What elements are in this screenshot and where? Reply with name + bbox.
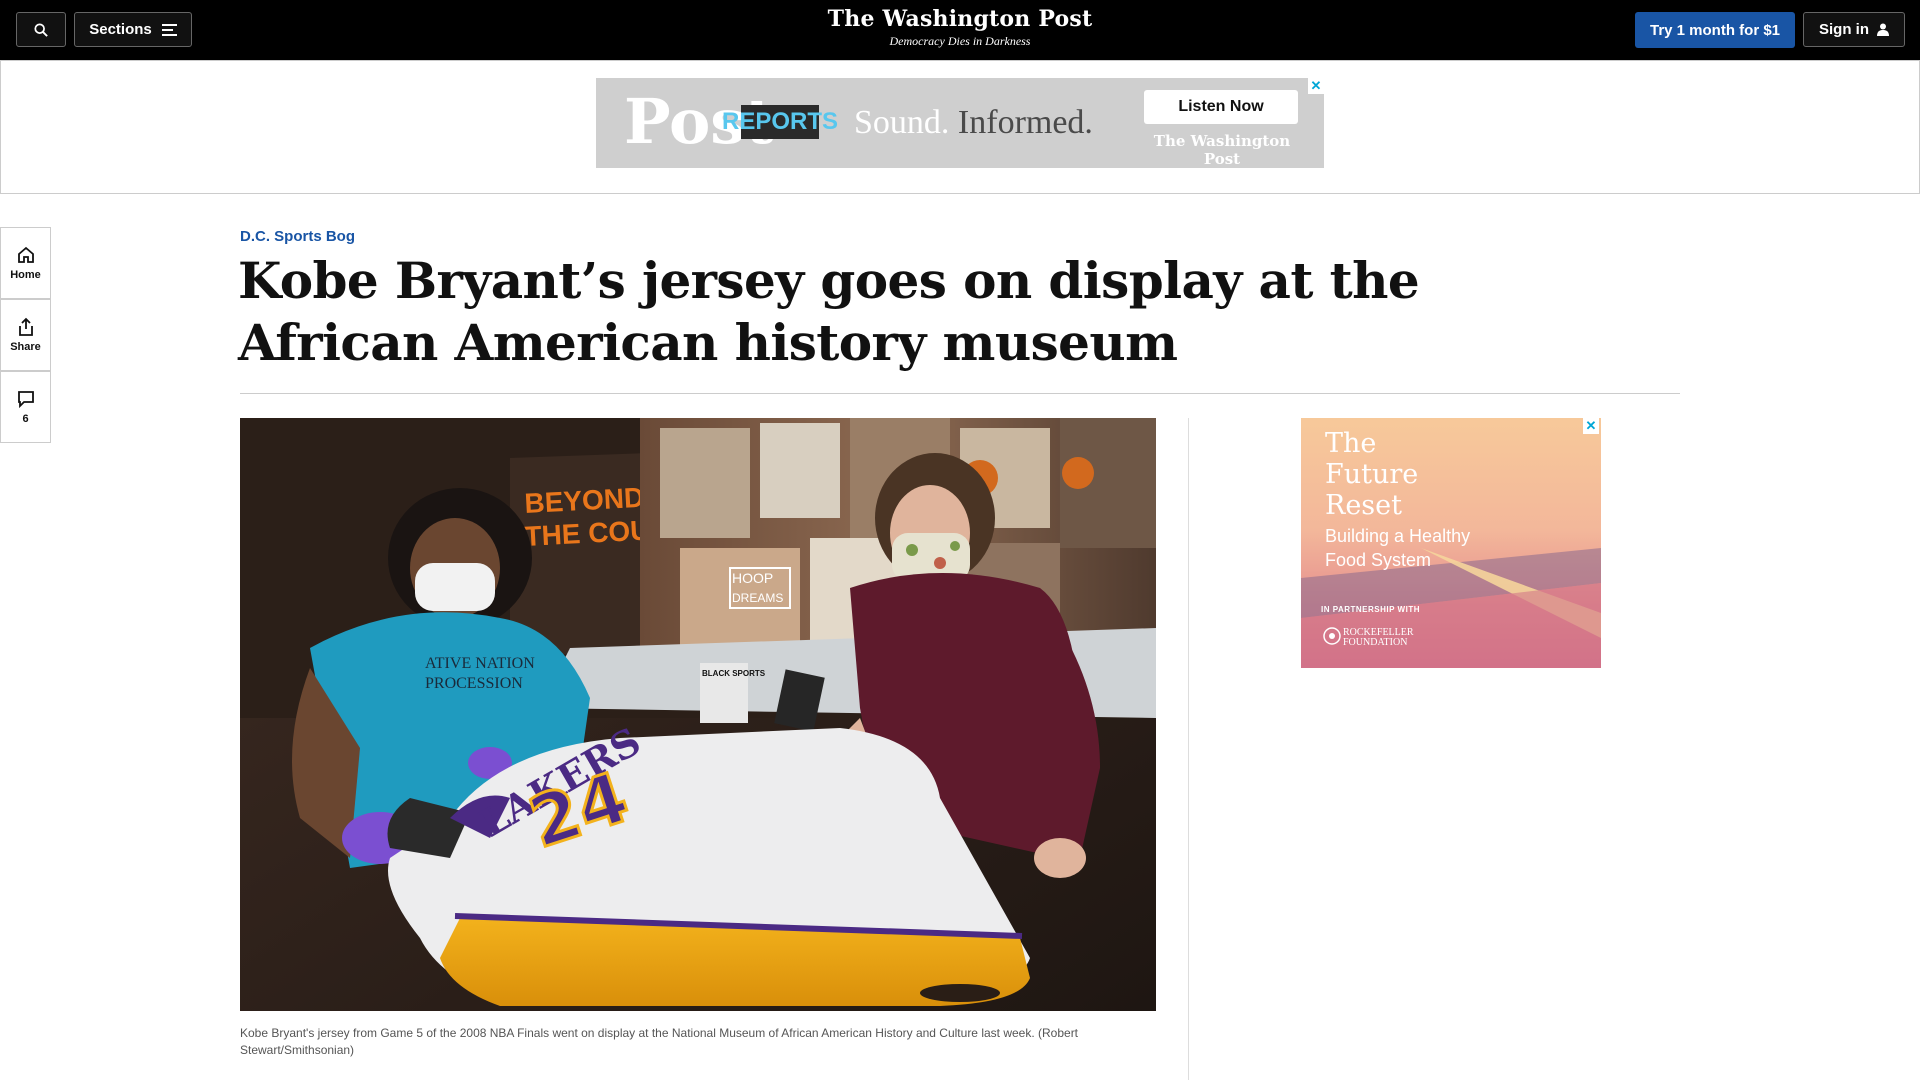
headline-divider bbox=[240, 393, 1680, 394]
ad-reports-badge: REPORTS bbox=[722, 105, 838, 139]
side-ad-subtitle-2: Food System bbox=[1325, 550, 1432, 570]
lead-photo[interactable]: BEYOND THE COURT HOOP DREAMS BLACK SPORT… bbox=[240, 418, 1156, 1011]
tagline: Democracy Dies in Darkness bbox=[889, 34, 1031, 48]
side-ad-subtitle-1: Building a Healthy bbox=[1325, 526, 1471, 546]
comment-icon bbox=[17, 391, 34, 409]
hamburger-icon bbox=[161, 23, 177, 36]
subscribe-button[interactable]: Try 1 month for $1 bbox=[1635, 12, 1795, 48]
side-ad-title-2: Future bbox=[1325, 459, 1419, 490]
sections-menu-button[interactable]: Sections bbox=[74, 12, 192, 47]
sign-hoop: HOOP bbox=[732, 570, 773, 586]
rail-home-button[interactable]: Home bbox=[0, 227, 51, 299]
sign-dreams: DREAMS bbox=[732, 591, 783, 605]
ad-close-icon[interactable]: ✕ bbox=[1308, 78, 1324, 94]
rockefeller-logo-icon bbox=[1323, 627, 1341, 645]
side-ad-foundation-name: ROCKEFELLER FOUNDATION bbox=[1343, 627, 1414, 648]
masthead[interactable]: The Washington Post Democracy Dies in Da… bbox=[760, 6, 1160, 49]
top-navigation-bar: Sections The Washington Post Democracy D… bbox=[0, 0, 1920, 60]
lead-photo-illustration: BEYOND THE COURT HOOP DREAMS BLACK SPORT… bbox=[240, 418, 1156, 1011]
section-kicker[interactable]: D.C. Sports Bog bbox=[240, 228, 355, 245]
side-ad-title-1: The bbox=[1325, 428, 1377, 459]
listen-now-button[interactable]: Listen Now bbox=[1144, 90, 1298, 124]
sign-in-label: Sign in bbox=[1819, 21, 1869, 38]
site-logo[interactable]: The Washington Post bbox=[760, 6, 1160, 32]
rail-home-label: Home bbox=[10, 269, 41, 281]
search-button[interactable] bbox=[16, 12, 66, 47]
home-icon bbox=[17, 246, 34, 263]
shirt-text-2: PROCESSION bbox=[425, 675, 523, 692]
magazine-title: BLACK SPORTS bbox=[702, 669, 766, 678]
future-reset-ad[interactable]: The Future Reset Building a Healthy Food… bbox=[1301, 418, 1601, 668]
side-ad-partner-label: IN PARTNERSHIP WITH bbox=[1321, 605, 1420, 614]
post-reports-ad[interactable]: Post REPORTS Sound. Informed. Listen Now… bbox=[596, 78, 1324, 168]
search-icon bbox=[34, 22, 48, 37]
ad-slogan-a: Sound. bbox=[854, 104, 950, 141]
photo-caption: Kobe Bryant's jersey from Game 5 of the … bbox=[240, 1026, 1079, 1057]
column-divider bbox=[1188, 418, 1189, 1080]
rail-share-button[interactable]: Share bbox=[0, 299, 51, 371]
ad-slogan: Sound. Informed. bbox=[854, 104, 1093, 142]
side-ad-title-3: Reset bbox=[1325, 490, 1402, 521]
sections-label: Sections bbox=[89, 21, 152, 38]
ad-slogan-b: Informed. bbox=[957, 104, 1093, 141]
rail-comments-button[interactable]: 6 bbox=[0, 371, 51, 443]
wall-text-beyond: BEYOND bbox=[524, 482, 645, 519]
side-ad-title: The Future Reset bbox=[1325, 428, 1418, 521]
side-ad-close-icon[interactable]: ✕ bbox=[1583, 418, 1599, 434]
user-icon bbox=[1877, 23, 1889, 36]
rail-share-label: Share bbox=[10, 341, 41, 353]
comment-count: 6 bbox=[22, 413, 29, 425]
sign-in-button[interactable]: Sign in bbox=[1803, 12, 1905, 47]
side-ad-subtitle: Building a Healthy Food System bbox=[1325, 524, 1470, 572]
ad-brand-logo: The Washington Post bbox=[1153, 132, 1291, 168]
share-icon bbox=[18, 317, 33, 336]
article-headline: Kobe Bryant’s jersey goes on display at … bbox=[238, 251, 1420, 372]
shirt-text-1: ATIVE NATION bbox=[425, 655, 535, 672]
